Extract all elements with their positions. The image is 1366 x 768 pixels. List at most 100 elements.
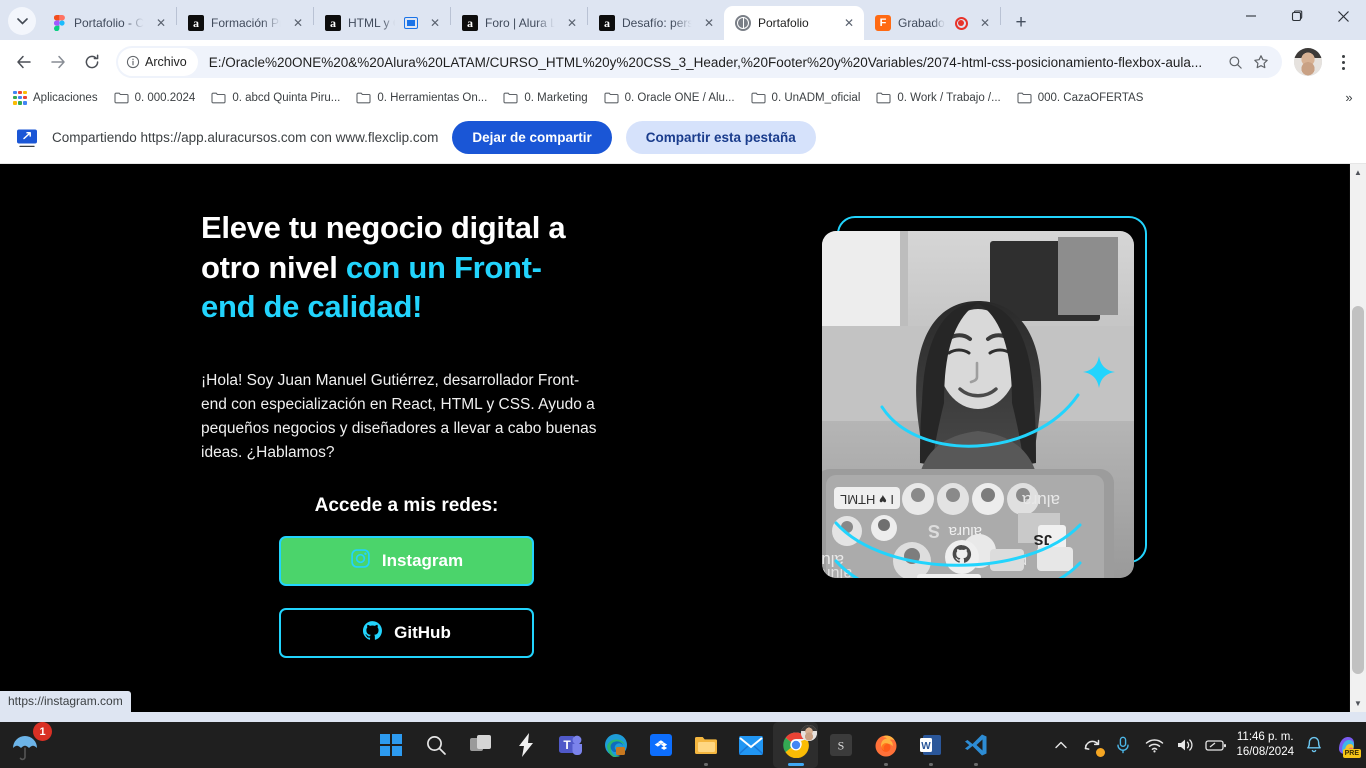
share-this-tab-button[interactable]: Compartir esta pestaña <box>625 121 816 154</box>
status-bar-url: https://instagram.com <box>0 691 131 712</box>
file-scheme-chip[interactable]: Archivo <box>118 48 198 76</box>
search-button[interactable] <box>413 722 458 768</box>
tab-title: Grabador de <box>898 16 946 30</box>
title-line-3-accent: end de calidad! <box>201 289 423 325</box>
browser-toolbar: Archivo E:/Oracle%20ONE%20&%20Alura%20LA… <box>0 40 1366 84</box>
bookmark-folder[interactable]: 0. abcd Quinta Piru... <box>204 88 347 107</box>
browser-tab-active[interactable]: Portafolio ✕ <box>724 6 864 40</box>
stop-sharing-button[interactable]: Dejar de compartir <box>452 121 612 154</box>
reload-button[interactable] <box>76 46 108 78</box>
explorer-button[interactable] <box>683 722 728 768</box>
edge-button[interactable] <box>593 722 638 768</box>
cast-icon[interactable] <box>403 15 419 31</box>
tab-close-icon[interactable]: ✕ <box>840 14 858 32</box>
browser-tab[interactable]: F Grabador de ✕ <box>864 6 1000 40</box>
firefox-button[interactable] <box>863 722 908 768</box>
tab-close-icon[interactable]: ✕ <box>563 14 581 32</box>
bookmarks-overflow-button[interactable]: » <box>1338 87 1360 109</box>
browser-window: Portafolio - Curs ✕ a Formación Princ ✕ … <box>0 0 1366 722</box>
close-button[interactable] <box>1320 0 1366 32</box>
forward-button[interactable] <box>42 46 74 78</box>
bookmark-folder[interactable]: 000. CazaOFERTAS <box>1010 88 1151 107</box>
bookmark-label: 0. Oracle ONE / Alu... <box>624 91 735 104</box>
vscode-button[interactable] <box>953 722 998 768</box>
task-view-button[interactable] <box>458 722 503 768</box>
bookmark-label: 000. CazaOFERTAS <box>1037 91 1144 104</box>
tab-close-icon[interactable]: ✕ <box>700 14 718 32</box>
browser-tab[interactable]: a Formación Princ ✕ <box>177 6 313 40</box>
minimize-button[interactable] <box>1228 0 1274 32</box>
mail-button[interactable] <box>728 722 773 768</box>
folder-icon <box>114 91 129 104</box>
start-button[interactable] <box>368 722 413 768</box>
tray-chevron-icon[interactable] <box>1050 734 1072 756</box>
bookmark-apps[interactable]: Aplicaciones <box>6 88 105 108</box>
browser-tab[interactable]: a Desafío: persona ✕ <box>588 6 724 40</box>
back-button[interactable] <box>8 46 40 78</box>
instagram-icon <box>350 548 371 574</box>
address-bar[interactable]: Archivo E:/Oracle%20ONE%20&%20Alura%20LA… <box>116 46 1282 78</box>
copilot-preview-badge: PRE <box>1342 749 1361 758</box>
teams-button[interactable]: T <box>548 722 593 768</box>
sublime-button[interactable]: S <box>818 722 863 768</box>
page-scrollbar[interactable]: ▲ ▼ <box>1349 164 1366 712</box>
browser-menu-button[interactable] <box>1328 46 1358 78</box>
svg-text:W: W <box>921 741 931 752</box>
globe-icon <box>735 15 751 31</box>
word-button[interactable]: W <box>908 722 953 768</box>
speaker-icon[interactable] <box>1174 734 1196 756</box>
bookmark-folder[interactable]: 0. Marketing <box>496 88 594 107</box>
bookmark-folder[interactable]: 0. Oracle ONE / Alu... <box>597 88 742 107</box>
battery-icon[interactable] <box>1205 734 1227 756</box>
scrollbar-thumb[interactable] <box>1352 306 1364 674</box>
svg-text:I ♥ HTML: I ♥ HTML <box>840 492 894 507</box>
bookmark-label: Aplicaciones <box>33 91 98 104</box>
tab-search-button[interactable] <box>8 7 36 35</box>
tab-strip: Portafolio - Curs ✕ a Formación Princ ✕ … <box>0 0 1366 40</box>
instagram-link-button[interactable]: Instagram <box>279 536 534 587</box>
svg-text:S: S <box>928 521 940 541</box>
browser-tab[interactable]: Portafolio - Curs ✕ <box>40 6 176 40</box>
tab-title: HTML y CSS <box>348 16 396 30</box>
wifi-icon[interactable] <box>1143 734 1165 756</box>
alura-icon: a <box>325 15 341 31</box>
tab-close-icon[interactable]: ✕ <box>426 14 444 32</box>
bookmark-folder[interactable]: 0. Work / Trabajo /... <box>869 88 1007 107</box>
onedrive-sync-icon[interactable] <box>1081 734 1106 757</box>
bookmark-folder[interactable]: 0. UnADM_oficial <box>744 88 868 107</box>
search-icon[interactable] <box>1222 49 1248 75</box>
photo-wrapper: I ♥ HTML alura JS alura S alu alur <box>822 216 1147 578</box>
copilot-icon[interactable]: PRE <box>1334 732 1361 758</box>
dropbox-button[interactable] <box>638 722 683 768</box>
bookmark-label: 0. Herramientas On... <box>377 91 488 104</box>
browser-tab[interactable]: a HTML y CSS ✕ <box>314 6 450 40</box>
chrome-button[interactable] <box>773 722 818 768</box>
tab-title: Portafolio - Curs <box>74 16 145 30</box>
clock-date: 16/08/2024 <box>1236 746 1294 758</box>
bookmark-star-icon[interactable] <box>1248 49 1274 75</box>
taskbar-clock[interactable]: 11:46 p. m. 16/08/2024 <box>1236 730 1294 760</box>
umbrella-tray-item[interactable]: 1 <box>10 722 56 764</box>
page-title: Eleve tu negocio digital a otro nivel co… <box>201 208 620 327</box>
browser-tab[interactable]: a Foro | Alura Lata ✕ <box>451 6 587 40</box>
title-line-1: Eleve tu negocio digital a <box>201 210 566 245</box>
scroll-up-button[interactable]: ▲ <box>1350 164 1366 181</box>
bookmark-label: 0. 000.2024 <box>134 91 196 104</box>
bell-icon[interactable] <box>1303 734 1325 756</box>
svg-text:alura: alura <box>1022 491 1060 510</box>
maximize-button[interactable] <box>1274 0 1320 32</box>
new-tab-button[interactable]: + <box>1007 8 1035 36</box>
bookmark-folder[interactable]: 0. 000.2024 <box>107 88 203 107</box>
github-link-button[interactable]: GitHub <box>279 608 534 659</box>
clock-time: 11:46 p. m. <box>1236 731 1294 744</box>
tab-close-icon[interactable]: ✕ <box>289 14 307 32</box>
tab-close-icon[interactable]: ✕ <box>976 14 994 32</box>
microphone-icon[interactable] <box>1112 734 1134 756</box>
shazam-button[interactable] <box>503 722 548 768</box>
tab-close-icon[interactable]: ✕ <box>152 14 170 32</box>
scroll-down-button[interactable]: ▼ <box>1350 695 1366 712</box>
bookmark-folder[interactable]: 0. Herramientas On... <box>349 88 494 107</box>
share-status-text: Compartiendo https://app.aluracursos.com… <box>52 130 439 145</box>
profile-avatar[interactable] <box>1294 48 1322 76</box>
hero-content: Eleve tu negocio digital a otro nivel co… <box>0 208 620 659</box>
